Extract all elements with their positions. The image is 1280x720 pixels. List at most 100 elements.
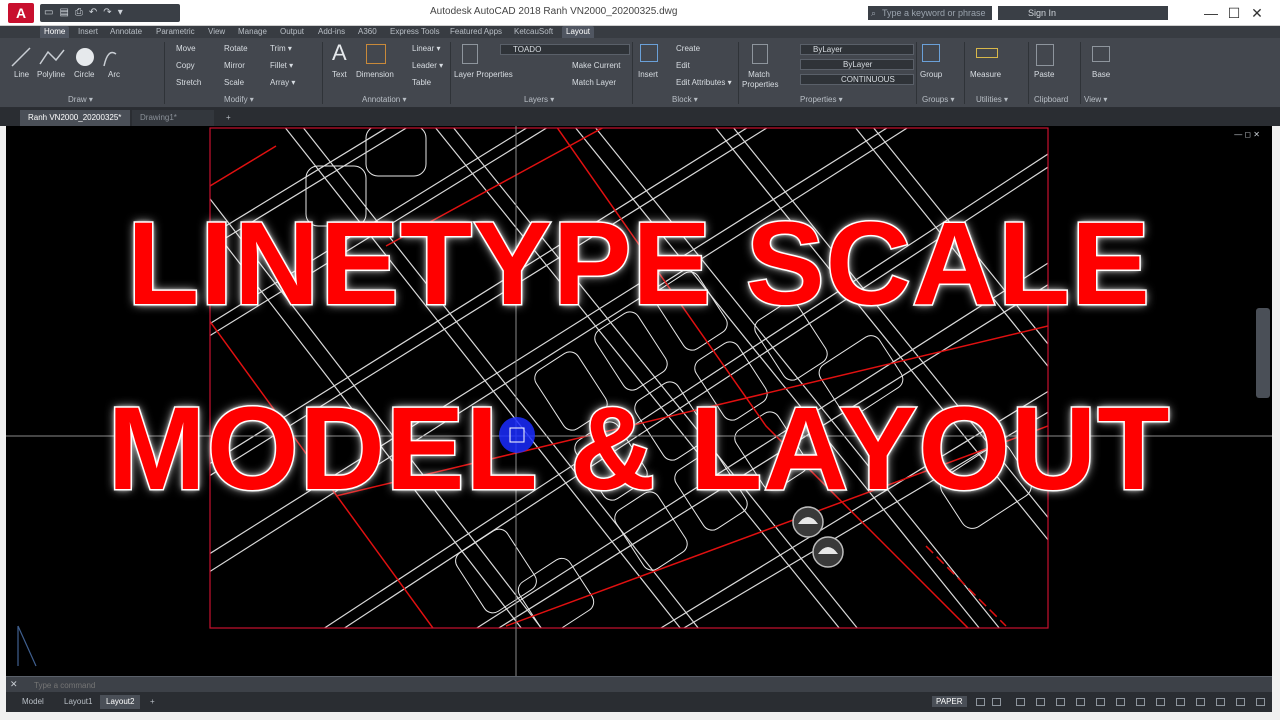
paste-icon[interactable] xyxy=(1036,44,1054,66)
redo-icon[interactable]: ↷ xyxy=(103,4,111,22)
paste-button[interactable]: Paste xyxy=(1034,70,1054,79)
tab-express-tools[interactable]: Express Tools xyxy=(390,26,440,38)
layer-properties-button[interactable]: Layer Properties xyxy=(454,70,513,80)
tab-manage[interactable]: Manage xyxy=(238,26,267,38)
table-button[interactable]: Table xyxy=(412,78,431,87)
annotation-panel-label[interactable]: Annotation ▾ xyxy=(362,95,407,104)
base-button[interactable]: Base xyxy=(1092,70,1110,79)
polar-icon[interactable] xyxy=(1036,698,1045,706)
text-icon[interactable]: A xyxy=(332,40,347,66)
file-tab-ranh[interactable]: Ranh VN2000_20200325* xyxy=(20,110,130,126)
grid-icon[interactable] xyxy=(976,698,985,706)
arc-icon[interactable] xyxy=(103,51,117,67)
match-layer-button[interactable]: Match Layer xyxy=(572,78,616,87)
open-icon[interactable]: ▭ xyxy=(44,4,53,22)
line-button[interactable]: Line xyxy=(14,70,29,79)
modify-panel-label[interactable]: Modify ▾ xyxy=(224,95,254,104)
annotation-scale-icon[interactable] xyxy=(812,536,844,568)
quick-properties-icon[interactable] xyxy=(1176,698,1185,706)
create-block-button[interactable]: Create xyxy=(676,44,700,53)
layer-properties-icon[interactable] xyxy=(462,44,478,64)
polyline-button[interactable]: Polyline xyxy=(37,70,65,79)
fillet-button[interactable]: Fillet ▾ xyxy=(270,61,293,70)
layer-dropdown[interactable]: TOADO xyxy=(500,44,630,55)
drawing-canvas[interactable]: — ◻ ✕ LINETYPE SCALE MODEL & LAYOUT xyxy=(6,126,1272,676)
trim-button[interactable]: Trim ▾ xyxy=(270,44,292,53)
base-view-icon[interactable] xyxy=(1092,46,1110,62)
new-layout-button[interactable]: + xyxy=(144,695,161,709)
close-button[interactable]: ✕ xyxy=(1234,0,1280,26)
new-tab-button[interactable]: + xyxy=(218,110,239,126)
layout-tab-layout2[interactable]: Layout2 xyxy=(100,695,141,709)
circle-button[interactable]: Circle xyxy=(74,70,94,79)
mirror-button[interactable]: Mirror xyxy=(224,61,245,70)
linetype-dropdown[interactable]: CONTINUOUS xyxy=(800,74,914,85)
osnap-icon[interactable] xyxy=(1056,698,1065,706)
sign-in-button[interactable]: Sign In xyxy=(998,6,1168,20)
groups-panel-label[interactable]: Groups ▾ xyxy=(922,95,954,104)
utilities-panel-label[interactable]: Utilities ▾ xyxy=(976,95,1008,104)
file-tab-drawing1[interactable]: Drawing1* xyxy=(132,110,214,126)
dimension-icon[interactable] xyxy=(366,44,386,64)
line-icon[interactable] xyxy=(11,47,31,67)
tab-output[interactable]: Output xyxy=(280,26,304,38)
isolate-objects-icon[interactable] xyxy=(1216,698,1225,706)
stretch-button[interactable]: Stretch xyxy=(176,78,201,87)
move-button[interactable]: Move xyxy=(176,44,196,53)
edit-attributes-button[interactable]: Edit Attributes ▾ xyxy=(676,78,732,87)
arc-button[interactable]: Arc xyxy=(108,70,120,79)
color-dropdown[interactable]: ByLayer xyxy=(800,44,914,55)
selection-cycling-icon[interactable] xyxy=(1116,698,1125,706)
layout-tab-layout1[interactable]: Layout1 xyxy=(58,695,98,709)
units-icon[interactable] xyxy=(1156,698,1165,706)
tab-insert[interactable]: Insert xyxy=(78,26,98,38)
insert-block-icon[interactable] xyxy=(640,44,658,62)
circle-icon[interactable] xyxy=(76,48,94,66)
layout-tab-model[interactable]: Model xyxy=(16,695,50,709)
clipboard-panel-label[interactable]: Clipboard xyxy=(1034,95,1068,104)
match-properties-icon[interactable] xyxy=(752,44,768,64)
draw-panel-label[interactable]: Draw ▾ xyxy=(68,95,93,104)
text-button[interactable]: Text xyxy=(332,70,347,79)
scale-button[interactable]: Scale xyxy=(224,78,244,87)
insert-button[interactable]: Insert xyxy=(638,70,658,79)
command-input[interactable] xyxy=(34,679,1234,691)
match-properties-button[interactable]: Match Properties xyxy=(742,70,778,90)
lineweight-dropdown[interactable]: ByLayer xyxy=(800,59,914,70)
save-icon[interactable]: ▤ xyxy=(59,4,68,22)
annotation-monitor-icon[interactable] xyxy=(1136,698,1145,706)
leader-button[interactable]: Leader ▾ xyxy=(412,61,443,70)
print-icon[interactable]: ⎙ xyxy=(75,4,83,22)
view-panel-label[interactable]: View ▾ xyxy=(1084,95,1107,104)
group-button[interactable]: Group xyxy=(920,70,942,79)
polyline-icon[interactable] xyxy=(39,49,65,65)
customization-icon[interactable] xyxy=(1256,698,1265,706)
autocad-logo-icon[interactable]: A xyxy=(8,3,34,23)
tab-annotate[interactable]: Annotate xyxy=(110,26,142,38)
edit-block-button[interactable]: Edit xyxy=(676,61,690,70)
tab-a360[interactable]: A360 xyxy=(358,26,377,38)
dimension-button[interactable]: Dimension xyxy=(356,70,394,79)
tab-featured-apps[interactable]: Featured Apps xyxy=(450,26,502,38)
array-button[interactable]: Array ▾ xyxy=(270,78,295,87)
block-panel-label[interactable]: Block ▾ xyxy=(672,95,698,104)
undo-icon[interactable]: ↶ xyxy=(89,4,97,22)
help-search-input[interactable]: ⌕ Type a keyword or phrase xyxy=(868,6,992,20)
snap-icon[interactable] xyxy=(992,698,1001,706)
tab-add-ins[interactable]: Add-ins xyxy=(318,26,345,38)
make-current-button[interactable]: Make Current xyxy=(572,61,620,70)
measure-icon[interactable] xyxy=(976,48,998,58)
fullscreen-icon[interactable] xyxy=(1236,698,1245,706)
copy-button[interactable]: Copy xyxy=(176,61,195,70)
measure-button[interactable]: Measure xyxy=(970,70,1001,79)
rotate-button[interactable]: Rotate xyxy=(224,44,248,53)
transparency-icon[interactable] xyxy=(1096,698,1105,706)
viewport-window-controls[interactable]: — ◻ ✕ xyxy=(1234,130,1260,139)
paper-space-toggle[interactable]: PAPER xyxy=(932,696,967,707)
workspace-icon[interactable]: ▾ xyxy=(118,4,123,22)
group-icon[interactable] xyxy=(922,44,940,62)
tab-parametric[interactable]: Parametric xyxy=(156,26,195,38)
lineweight-icon[interactable] xyxy=(1076,698,1085,706)
command-close-icon[interactable]: ✕ xyxy=(10,679,18,690)
tab-ketcausoft[interactable]: KetcauSoft xyxy=(514,26,553,38)
